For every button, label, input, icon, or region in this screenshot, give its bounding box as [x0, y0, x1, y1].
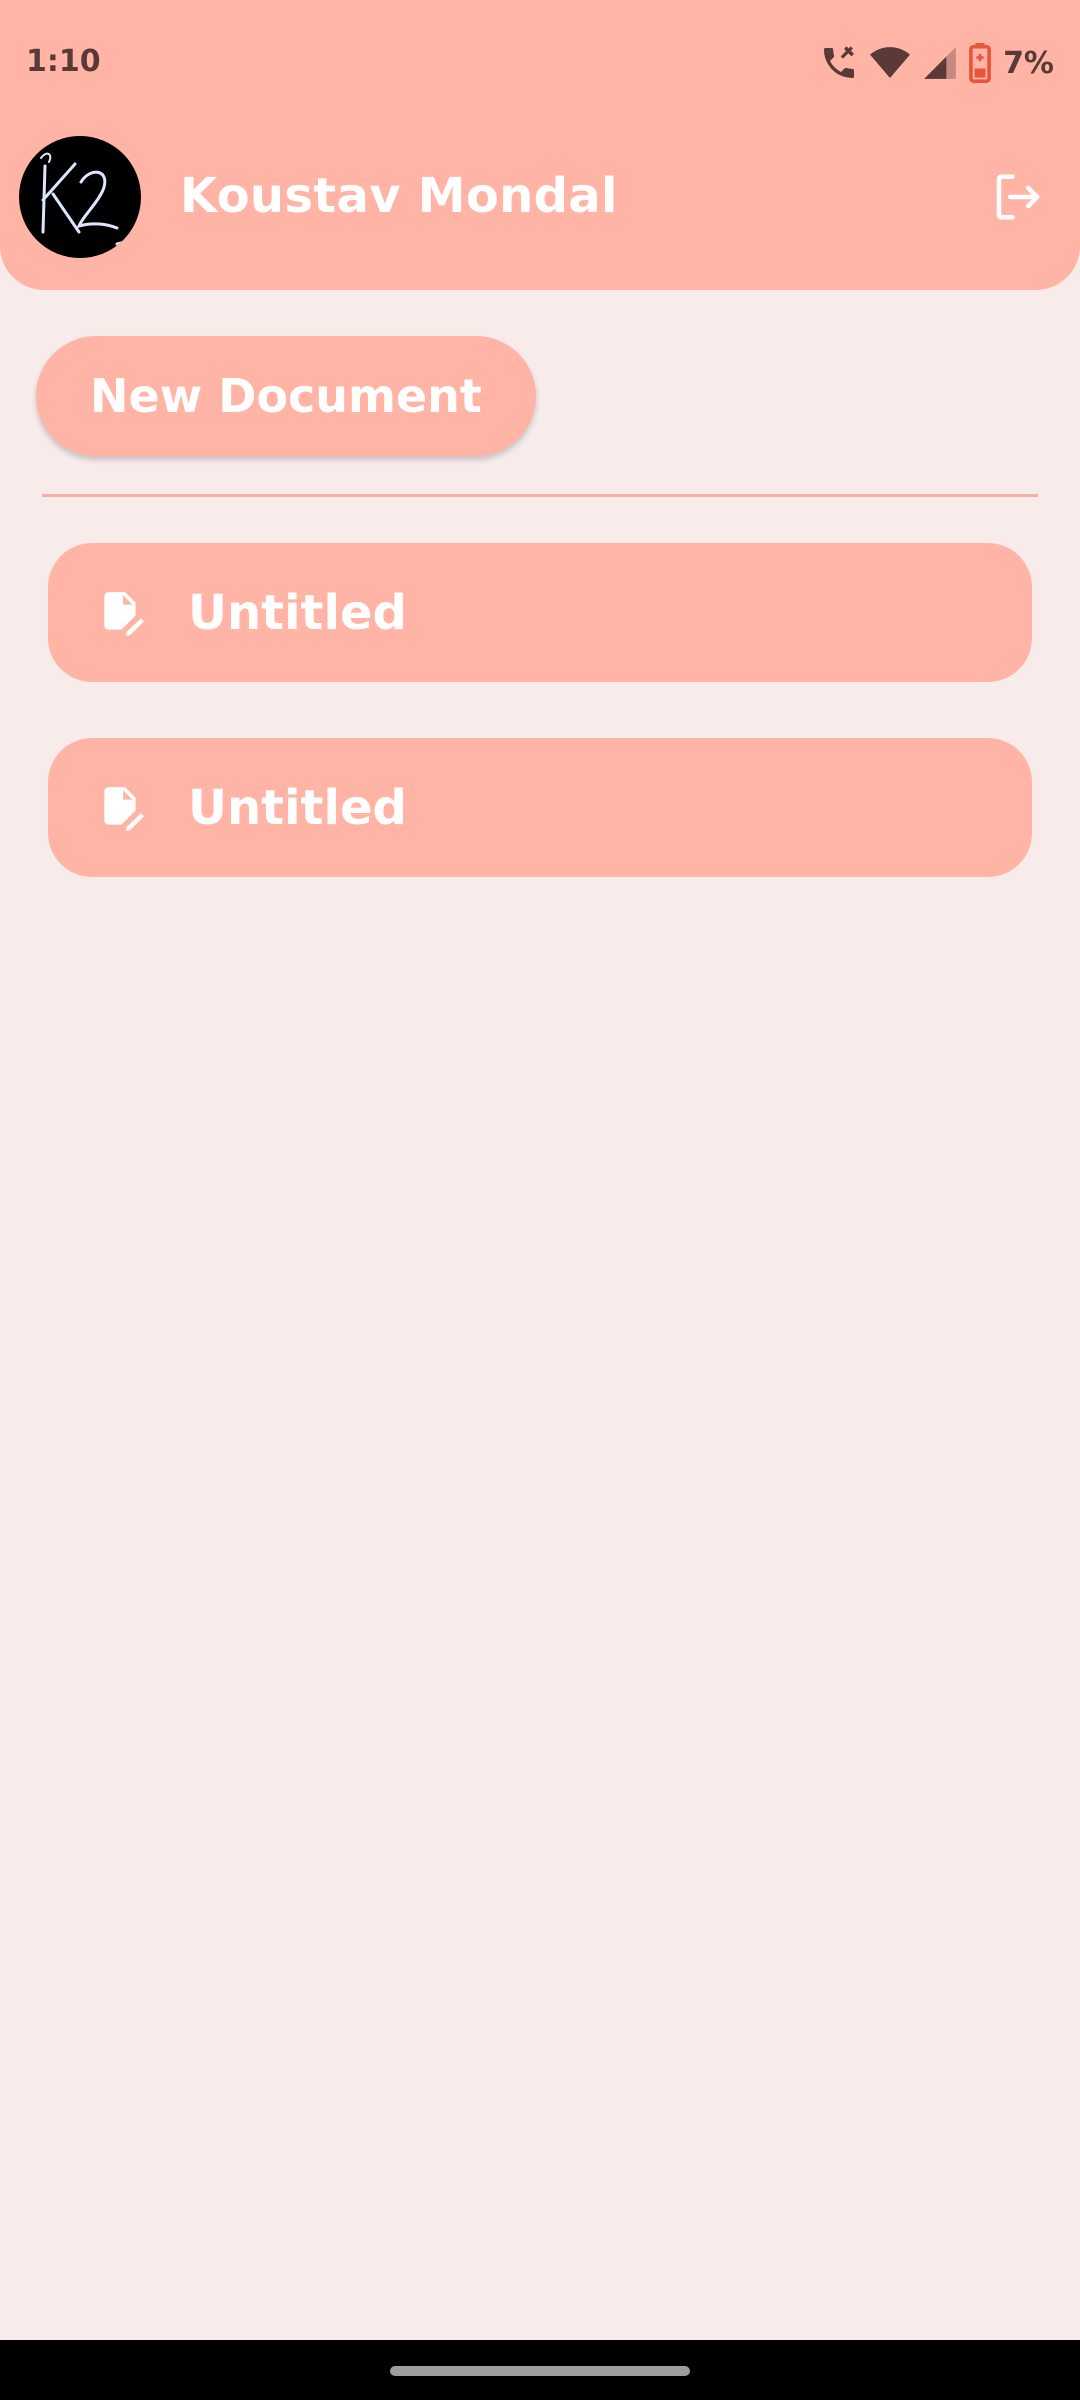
new-document-button[interactable]: New Document — [36, 336, 536, 456]
document-item[interactable]: Untitled — [48, 738, 1032, 877]
app-header: 1:10 7% Koustav Mondal — [0, 0, 1080, 290]
home-gesture-handle[interactable] — [390, 2366, 690, 2376]
edit-document-icon — [104, 592, 144, 636]
document-title: Untitled — [188, 780, 407, 836]
status-bar: 1:10 7% — [0, 0, 1080, 126]
avatar-signature-image — [40, 152, 135, 246]
document-list: Untitled Untitled — [48, 543, 1032, 933]
document-title: Untitled — [188, 585, 407, 641]
logout-button[interactable] — [990, 170, 1044, 224]
user-name: Koustav Mondal — [180, 168, 618, 224]
edit-document-icon — [104, 787, 144, 831]
battery-percent: 7% — [1003, 45, 1054, 81]
status-time: 1:10 — [26, 44, 101, 79]
document-item[interactable]: Untitled — [48, 543, 1032, 682]
battery-low-icon — [969, 43, 991, 83]
avatar[interactable] — [19, 136, 141, 258]
system-navigation-bar — [0, 2340, 1080, 2400]
wifi-icon — [870, 47, 911, 78]
status-icons: 7% — [819, 40, 1054, 86]
wifi-call-icon — [824, 46, 855, 78]
divider — [42, 494, 1038, 497]
logout-icon — [996, 174, 1040, 220]
cellular-signal-icon — [924, 47, 956, 79]
